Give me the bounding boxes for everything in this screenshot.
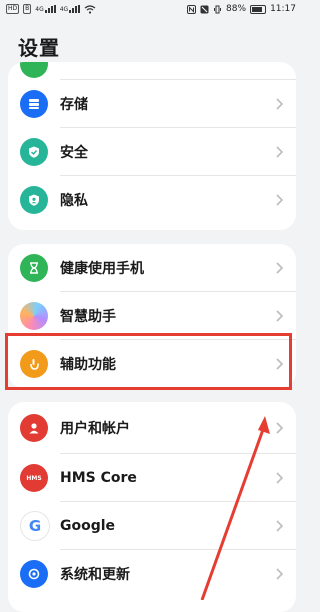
- annotation-arrow-icon: [200, 416, 270, 600]
